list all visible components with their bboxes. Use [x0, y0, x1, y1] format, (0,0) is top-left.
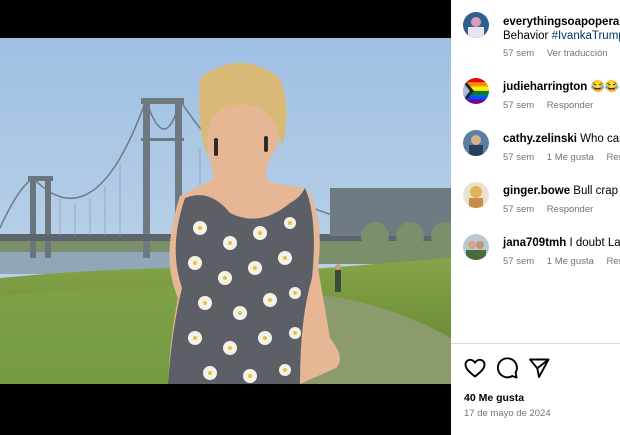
- comment-meta: 57 sem 1 Me gusta Resp: [503, 256, 620, 267]
- avatar[interactable]: [463, 182, 489, 208]
- comment-icon[interactable]: [495, 356, 519, 380]
- reply-button[interactable]: Resp: [606, 152, 620, 163]
- caption-time[interactable]: 57 sem: [503, 48, 534, 59]
- comment-body: I doubt Lar: [569, 237, 620, 249]
- post-photo: [0, 38, 451, 384]
- comment-time[interactable]: 57 sem: [503, 204, 534, 215]
- comment-username[interactable]: cathy.zelinski: [503, 133, 577, 145]
- send-icon[interactable]: [527, 356, 551, 380]
- comments-panel: everythingsoapoperas I Behavior #IvankaT…: [451, 0, 620, 435]
- comment-body: Who care: [580, 133, 620, 145]
- comment-time[interactable]: 57 sem: [503, 256, 534, 267]
- comment-text: judieharrington 😂😂😂: [503, 80, 620, 94]
- comment-body: 😂😂😂: [590, 81, 620, 93]
- caption-text-prefix: Behavior: [503, 30, 549, 42]
- comment-time[interactable]: 57 sem: [503, 152, 534, 163]
- comment-like-count[interactable]: 1 Me gusta: [547, 256, 594, 267]
- reply-button[interactable]: Responder: [547, 204, 593, 215]
- comment-body: Bull crap: [573, 185, 619, 197]
- comment-text: ginger.bowe Bull crap: [503, 184, 618, 198]
- comment-time[interactable]: 57 sem: [503, 100, 534, 111]
- avatar[interactable]: [463, 12, 489, 38]
- reply-button[interactable]: Resp: [606, 256, 620, 267]
- post-date[interactable]: 17 de mayo de 2024: [464, 408, 551, 419]
- avatar[interactable]: [463, 78, 489, 104]
- comment-meta: 57 sem Responder: [503, 204, 603, 215]
- comment-text: cathy.zelinski Who care: [503, 132, 620, 146]
- comment-meta: 57 sem 1 Me gusta Resp: [503, 152, 620, 163]
- divider: [451, 343, 620, 344]
- like-count[interactable]: 40 Me gusta: [464, 392, 524, 404]
- reply-button[interactable]: Responder: [547, 100, 593, 111]
- caption-hashtag[interactable]: #IvankaTrump: [552, 30, 620, 42]
- post-media[interactable]: [0, 0, 451, 435]
- comment-like-count[interactable]: 1 Me gusta: [547, 152, 594, 163]
- caption-meta: 57 sem Ver traducción: [503, 48, 618, 59]
- translate-link[interactable]: Ver traducción: [547, 48, 608, 59]
- comment-text: jana709tmh I doubt Lar: [503, 236, 620, 250]
- comment-meta: 57 sem Responder: [503, 100, 603, 111]
- avatar[interactable]: [463, 130, 489, 156]
- heart-icon[interactable]: [463, 356, 487, 380]
- comment-username[interactable]: ginger.bowe: [503, 185, 570, 197]
- comment-username[interactable]: judieharrington: [503, 81, 587, 93]
- caption-line1: everythingsoapoperas I: [503, 15, 620, 29]
- caption-username[interactable]: everythingsoapoperas: [503, 16, 620, 28]
- caption-line2: Behavior #IvankaTrump: [503, 29, 620, 43]
- comment-username[interactable]: jana709tmh: [503, 237, 566, 249]
- avatar[interactable]: [463, 234, 489, 260]
